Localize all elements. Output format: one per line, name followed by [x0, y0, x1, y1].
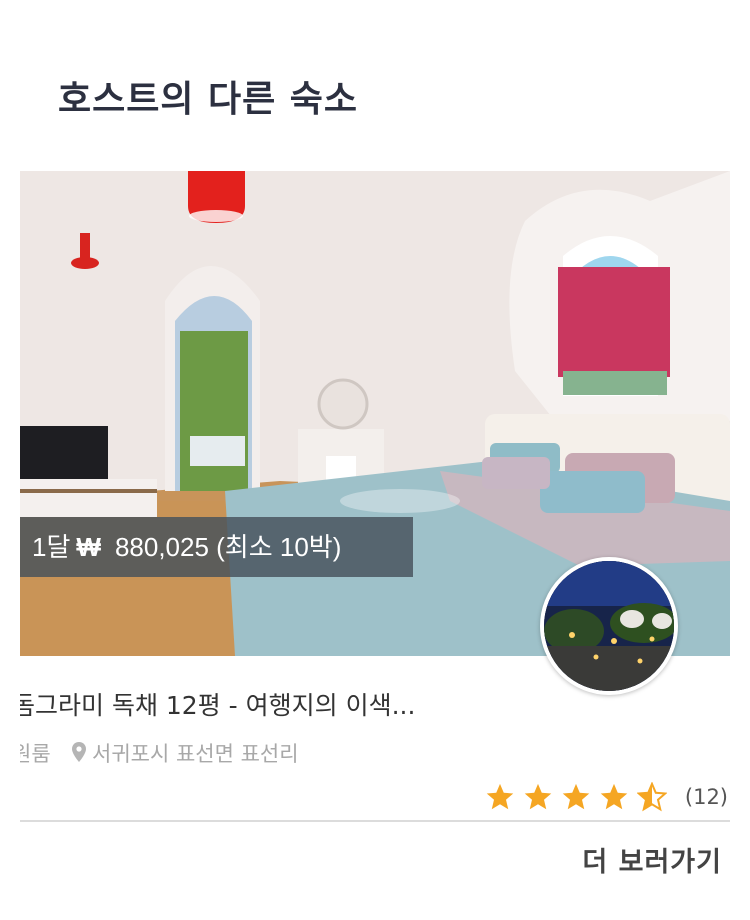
- price-amount: 880,025 (최소 10박): [114, 532, 342, 562]
- price-tag: 1달 ₩880,025 (최소 10박): [20, 517, 413, 577]
- star-icon: [523, 782, 553, 812]
- star-icon: [599, 782, 629, 812]
- star-icon: [485, 782, 515, 812]
- divider: [20, 820, 730, 822]
- listing-meta: 원룸 서귀포시 표선면 표선리: [20, 738, 420, 770]
- price-period: 1달: [32, 532, 71, 562]
- location-pin-icon: [72, 742, 86, 767]
- rating: (12): [485, 780, 728, 814]
- half-star-icon: [636, 781, 668, 812]
- listing-title[interactable]: 돔그라미 독채 12평 - 여행지의 이색...: [20, 686, 540, 722]
- star-icon: [561, 782, 591, 812]
- see-more-link[interactable]: 더 보러가기: [582, 840, 722, 879]
- listing-title-text: 돔그라미 독채 12평 - 여행지의 이색...: [20, 691, 416, 720]
- section-title: 호스트의 다른 숙소: [58, 79, 359, 120]
- room-type: 원룸: [20, 742, 51, 766]
- host-avatar[interactable]: [540, 557, 678, 695]
- location-text: 서귀포시 표선면 표선리: [92, 742, 299, 766]
- currency-symbol: ₩: [76, 532, 101, 562]
- review-count: (12): [684, 785, 728, 809]
